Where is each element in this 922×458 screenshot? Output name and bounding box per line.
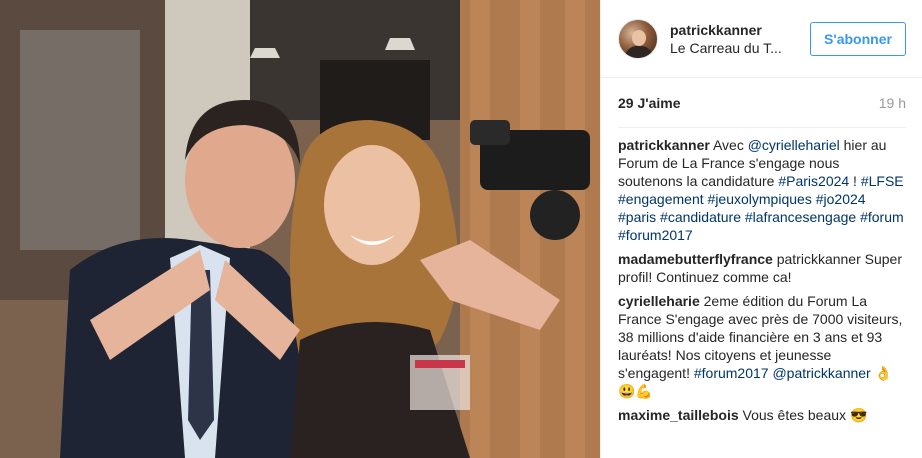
avatar-body [625,45,653,58]
comment: cyrielleharie 2eme édition du Forum La F… [618,292,906,400]
hashtag-link[interactable]: #jo2024 [816,191,866,207]
hashtag-link[interactable]: #lafrancesengage [745,209,856,225]
post-photo[interactable] [0,0,600,458]
hashtag-link[interactable]: #candidature [660,209,741,225]
comment-text: Vous êtes beaux [738,407,850,423]
comments-list: patrickkanner Avec @cyriellehariel hier … [601,128,922,424]
comment: madamebutterflyfrance patrickkanner Supe… [618,250,906,286]
hashtag-link[interactable]: #forum2017 [694,365,769,381]
hashtag-link[interactable]: #forum [860,209,904,225]
caption-author[interactable]: patrickkanner [618,137,710,153]
sunglasses-emoji-icon: 😎 [849,407,868,423]
caption-text: Avec [709,137,748,153]
avatar-face [632,29,646,46]
post-header: patrickkanner Le Carreau du T... S'abonn… [601,0,922,78]
comment-author[interactable]: madamebutterflyfrance [618,251,773,267]
comment: maxime_taillebois Vous êtes beaux 😎 [618,406,906,424]
post-time[interactable]: 19 h [879,95,906,111]
hashtag-link[interactable]: #paris [618,209,656,225]
comment-author[interactable]: cyrielleharie [618,293,700,309]
avatar[interactable] [618,18,658,59]
mention-link[interactable]: @patrickkanner [772,365,870,381]
follow-button[interactable]: S'abonner [810,21,906,56]
likes-count[interactable]: 29 J'aime [618,95,681,111]
mention-link[interactable]: @cyriellehariel [748,137,840,153]
hashtag-link[interactable]: #Paris2024 [778,173,849,189]
photo-illustration [0,0,600,458]
post-stats: 29 J'aime 19 h [618,78,906,128]
hashtag-link[interactable]: #engagement [618,191,704,207]
user-block: patrickkanner Le Carreau du T... [670,21,810,57]
post-side-panel: patrickkanner Le Carreau du T... S'abonn… [600,0,922,458]
header-username[interactable]: patrickkanner [670,21,810,39]
caption: patrickkanner Avec @cyriellehariel hier … [618,136,906,244]
comment-author[interactable]: maxime_taillebois [618,407,739,423]
caption-text: ! [849,173,857,189]
hashtag-link[interactable]: #LFSE [861,173,904,189]
hashtag-link[interactable]: #jeuxolympiques [708,191,812,207]
hashtag-link[interactable]: #forum2017 [618,227,693,243]
header-location[interactable]: Le Carreau du T... [670,39,810,57]
